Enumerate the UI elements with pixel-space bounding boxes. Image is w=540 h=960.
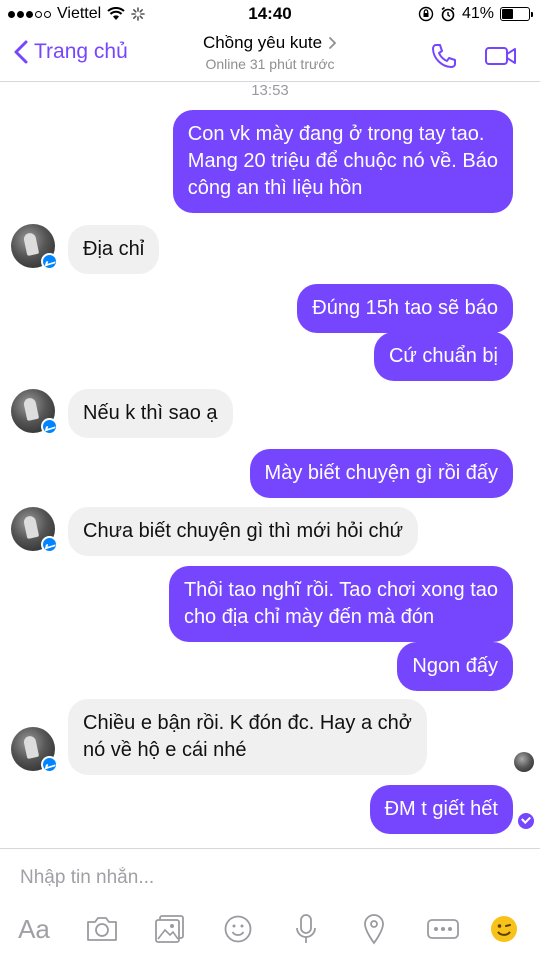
incoming-message[interactable]: Chiều e bận rồi. K đón đc. Hay a chở nó … (68, 699, 427, 775)
gallery-icon[interactable] (152, 911, 188, 947)
messenger-badge-icon (41, 756, 58, 773)
composer-toolbar: Aa (0, 911, 540, 951)
outgoing-message[interactable]: Ngon đấy (397, 642, 513, 691)
incoming-message[interactable]: Địa chỉ (68, 225, 160, 274)
messenger-badge-icon (41, 253, 58, 270)
phone-call-icon[interactable] (430, 42, 458, 70)
message-input[interactable] (20, 867, 500, 889)
message-timestamp: 13:53 (251, 82, 289, 99)
sticker-icon[interactable] (220, 911, 256, 947)
outgoing-message[interactable]: Con vk mày đang ở trong tay tao. Mang 20… (172, 110, 513, 213)
rotation-lock-icon (418, 6, 434, 22)
outgoing-message[interactable]: Đúng 15h tao sẽ báo (297, 284, 513, 333)
incoming-message[interactable]: Chưa biết chuyện gì thì mới hỏi chứ (68, 507, 419, 556)
more-icon[interactable] (425, 911, 461, 947)
outgoing-message[interactable]: Thôi tao nghĩ rồi. Tao chơi xong tao cho… (168, 566, 513, 642)
delivered-check-icon (518, 813, 534, 829)
seen-indicator-avatar (514, 752, 534, 772)
status-bar: Viettel 14:40 41% (0, 0, 540, 30)
location-icon[interactable] (356, 911, 392, 947)
text-format-icon[interactable]: Aa (16, 911, 52, 947)
conversation-header: Trang chủ Chồng yêu kute Online 31 phút … (0, 30, 540, 82)
battery-percent: 41% (461, 5, 494, 22)
battery-level (502, 9, 513, 19)
composer: Aa (0, 848, 540, 960)
outgoing-message[interactable]: Mày biết chuyện gì rồi đấy (249, 449, 513, 498)
battery-icon (500, 7, 533, 21)
alarm-icon (441, 6, 455, 22)
messenger-badge-icon (41, 536, 58, 553)
camera-icon[interactable] (84, 911, 120, 947)
message-list[interactable]: 13:53 Con vk mày đang ở trong tay tao. M… (0, 82, 540, 848)
messenger-badge-icon (41, 418, 58, 435)
outgoing-message[interactable]: Cứ chuẩn bị (373, 332, 513, 381)
contact-name: Chồng yêu kute (202, 33, 323, 52)
video-call-icon[interactable] (484, 44, 518, 68)
chevron-right-icon (328, 36, 337, 50)
outgoing-message[interactable]: ĐM t giết hết (369, 785, 513, 834)
emoji-icon[interactable] (486, 911, 522, 947)
microphone-icon[interactable] (288, 911, 324, 947)
incoming-message[interactable]: Nếu k thì sao ạ (68, 389, 233, 438)
status-right: 41% (418, 5, 533, 23)
